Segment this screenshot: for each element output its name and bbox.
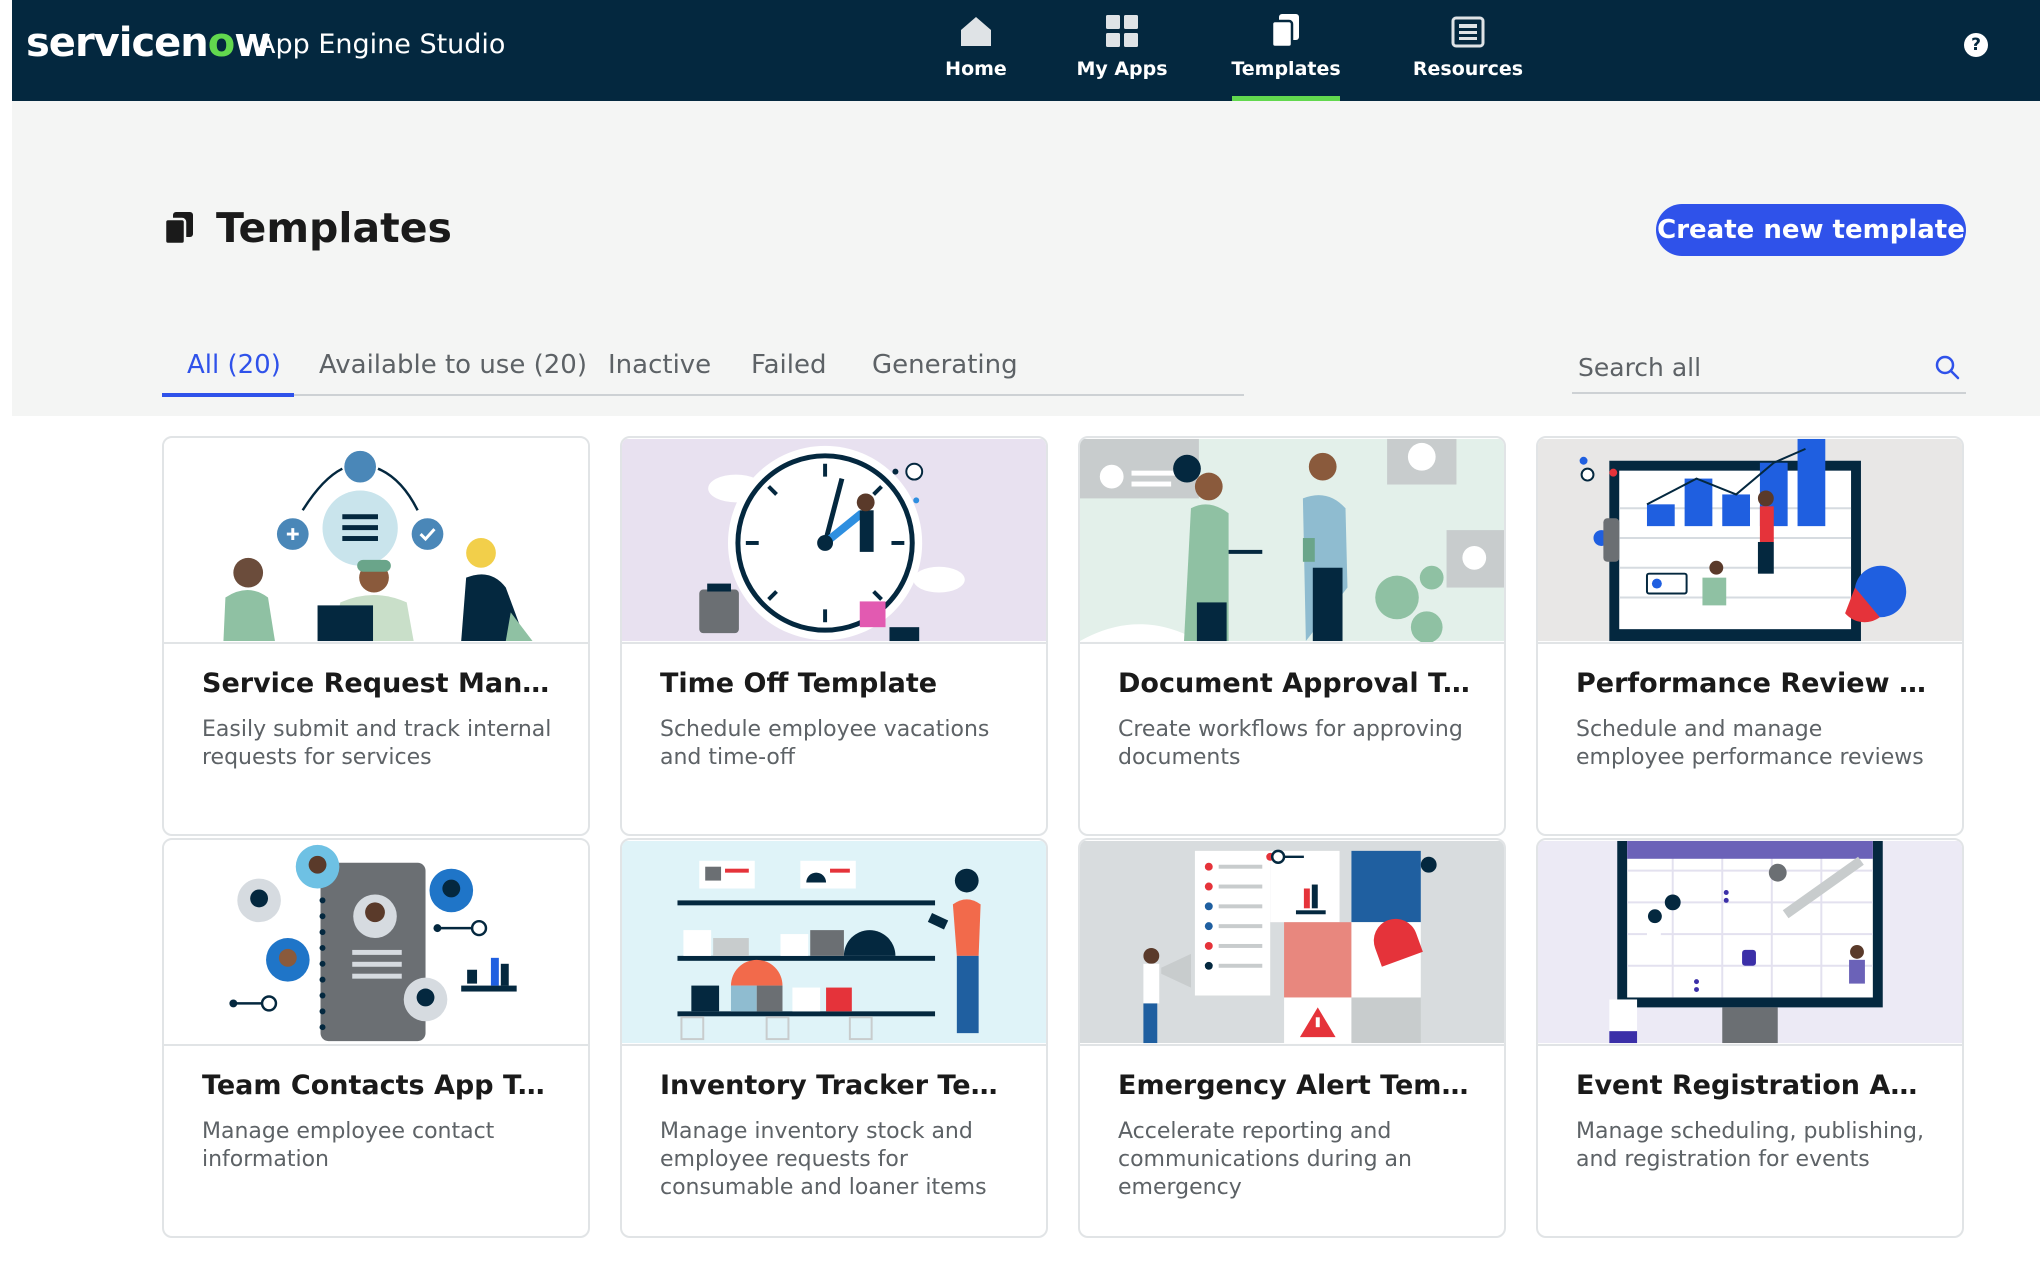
tab-failed[interactable]: Failed [751,350,826,380]
template-card-description: Easily submit and track internal request… [202,717,552,770]
templates-icon [1270,14,1299,49]
template-illustration [1080,438,1504,644]
tab-generating[interactable]: Generating [872,350,1018,380]
search-box [1572,344,1966,394]
template-card-description: Create workflows for approving documents [1118,717,1463,770]
template-card-description: Manage scheduling, publishing, and regis… [1576,1119,1924,1172]
grid-icon [1106,15,1138,47]
template-card-inventory-tracker[interactable]: Inventory Tracker Template Manage invent… [620,838,1048,1238]
search-input[interactable] [1576,348,1910,386]
template-illustration [1538,438,1962,644]
page-title: Templates [162,204,452,252]
service-request-illustration [164,438,588,642]
template-illustration [1080,840,1504,1046]
template-card-title: Time Off Template [660,668,938,699]
team-contacts-illustration [164,840,588,1044]
template-card-title: Team Contacts App Templ... [202,1070,562,1101]
template-card-title: Event Registration App Te... [1576,1070,1936,1101]
time-off-illustration [622,438,1046,642]
template-card-performance-review[interactable]: Performance Review Tem... Schedule and m… [1536,436,1964,836]
emergency-alert-illustration [1080,840,1504,1044]
resources-icon [1451,16,1485,48]
template-card-description: Manage employee contact information [202,1119,495,1172]
template-card-time-off[interactable]: Time Off Template Schedule employee vaca… [620,436,1048,836]
template-card-event-registration[interactable]: Event Registration App Te... Manage sche… [1536,838,1964,1238]
template-card-description: Accelerate reporting and communications … [1118,1119,1412,1200]
template-card-title: Inventory Tracker Template [660,1070,1020,1101]
event-registration-illustration [1538,840,1962,1044]
nav-home[interactable]: Home [930,0,1022,101]
servicenow-logo[interactable]: servicenow [26,20,271,66]
template-illustration [164,840,588,1046]
nav-my-apps[interactable]: My Apps [1068,0,1176,101]
tab-available[interactable]: Available to use (20) [319,350,587,380]
document-approval-illustration [1080,438,1504,642]
template-illustration [622,438,1046,644]
template-card-description: Schedule and manage employee performance… [1576,717,1924,770]
template-card-title: Document Approval Temp... [1118,668,1478,699]
tab-all[interactable]: All (20) [187,350,281,380]
template-illustration [164,438,588,644]
template-card-team-contacts[interactable]: Team Contacts App Templ... Manage employ… [162,838,590,1238]
template-card-description: Manage inventory stock and employee requ… [660,1119,987,1200]
help-icon[interactable]: ? [1964,33,1988,57]
app-name: App Engine Studio [257,29,506,60]
nav-templates[interactable]: Templates [1231,0,1341,101]
nav-resources[interactable]: Resources [1404,0,1532,101]
inventory-tracker-illustration [622,840,1046,1044]
templates-icon [163,212,193,246]
home-icon [961,17,991,46]
active-tab-indicator [162,393,294,397]
create-new-template-button[interactable]: Create new template [1656,204,1966,256]
template-card-title: Performance Review Tem... [1576,668,1936,699]
search-icon[interactable] [1934,354,1960,380]
template-card-emergency-alert[interactable]: Emergency Alert Template Accelerate repo… [1078,838,1506,1238]
template-illustration [1538,840,1962,1046]
filter-tabs: All (20) Available to use (20) Inactive … [162,344,1244,397]
top-navigation-bar: servicenow App Engine Studio Home My App… [12,0,2040,101]
template-card-description: Schedule employee vacations and time-off [660,717,990,770]
template-card-service-request[interactable]: Service Request Managem... Easily submit… [162,436,590,836]
performance-review-illustration [1538,438,1962,642]
template-card-document-approval[interactable]: Document Approval Temp... Create workflo… [1078,436,1506,836]
template-illustration [622,840,1046,1046]
template-card-title: Emergency Alert Template [1118,1070,1478,1101]
template-card-title: Service Request Managem... [202,668,562,699]
tab-inactive[interactable]: Inactive [608,350,711,380]
